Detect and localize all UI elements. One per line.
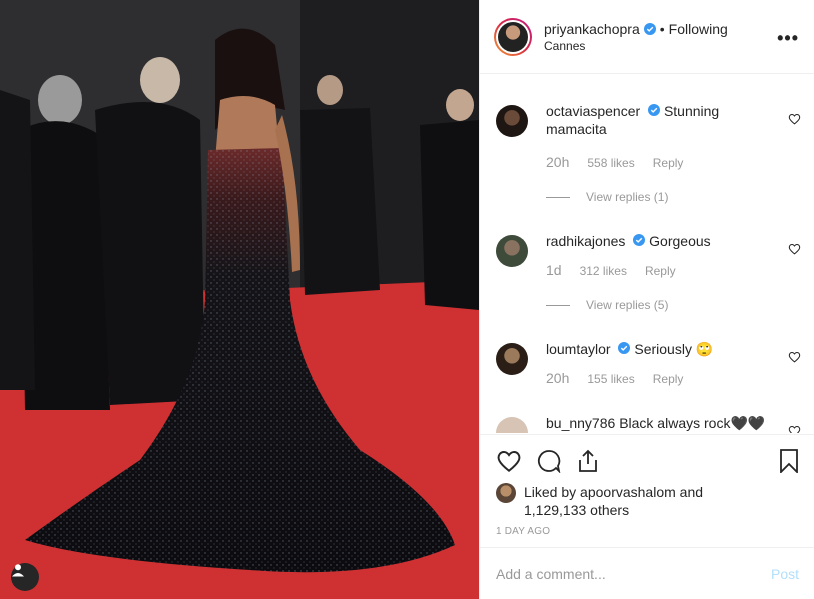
reply-button[interactable]: Reply: [645, 264, 676, 278]
verified-badge-icon: [633, 234, 646, 246]
author-username[interactable]: priyankachopra: [544, 21, 640, 37]
like-comment-heart-icon[interactable]: [788, 243, 801, 255]
share-icon[interactable]: [576, 449, 600, 473]
comment-meta: 20h 155 likes Reply: [546, 370, 683, 386]
comment-text-block: octaviaspencer Stunning mamacita: [546, 102, 771, 138]
instagram-post-view: priyankachopra • Following Cannes ••• oc: [0, 0, 814, 599]
save-bookmark-icon[interactable]: [779, 449, 799, 473]
like-comment-heart-icon[interactable]: [788, 113, 801, 125]
view-replies-label: View replies (5): [586, 298, 669, 312]
like-comment-heart-icon[interactable]: [788, 425, 801, 433]
verified-badge-icon: [643, 22, 656, 35]
view-replies-button[interactable]: View replies (5): [546, 298, 668, 312]
partial-comment-meta: [546, 75, 549, 81]
comment-username[interactable]: radhikajones: [546, 233, 625, 249]
more-options-icon[interactable]: •••: [777, 28, 799, 49]
liked-by-and: and: [679, 484, 704, 500]
comment-text-block: bu_nny786 Black always rock🖤🖤: [546, 414, 771, 432]
comment-time[interactable]: 20h: [546, 154, 569, 170]
reply-button[interactable]: Reply: [653, 156, 684, 170]
comment-avatar[interactable]: [496, 417, 528, 433]
verified-badge-icon: [618, 342, 631, 354]
post-header: priyankachopra • Following Cannes •••: [480, 0, 814, 74]
like-comment-heart-icon[interactable]: [788, 351, 801, 363]
comment-time[interactable]: 20h: [546, 370, 569, 386]
user-icon: [12, 564, 24, 577]
liker-avatar[interactable]: [496, 483, 516, 503]
like-heart-icon[interactable]: [496, 449, 522, 473]
post-actions: Liked by apoorvashalom and 1,129,133 oth…: [480, 434, 814, 547]
post-side-panel: priyankachopra • Following Cannes ••• oc: [479, 0, 814, 599]
tagged-user-button[interactable]: [11, 563, 39, 591]
separator-dot: •: [659, 20, 665, 37]
comment-likes[interactable]: 558 likes: [587, 156, 634, 170]
verified-badge-icon: [648, 104, 661, 116]
likes-summary: Liked by apoorvashalom and 1,129,133 oth…: [496, 483, 703, 519]
liked-by-user[interactable]: apoorvashalom: [580, 484, 676, 500]
post-location[interactable]: Cannes: [544, 39, 728, 53]
comment-likes[interactable]: 155 likes: [587, 372, 634, 386]
comment-meta: 20h 558 likes Reply: [546, 154, 683, 170]
following-button[interactable]: Following: [669, 21, 728, 37]
comment-input[interactable]: [496, 565, 771, 582]
view-replies-button[interactable]: View replies (1): [546, 190, 668, 204]
comment-likes[interactable]: 312 likes: [580, 264, 627, 278]
comments-list[interactable]: octaviaspencer Stunning mamacita 20h 558…: [480, 75, 814, 433]
reply-button[interactable]: Reply: [653, 372, 684, 386]
post-comment-button[interactable]: Post: [771, 566, 799, 582]
view-replies-label: View replies (1): [586, 190, 669, 204]
add-comment-bar: Post: [480, 547, 814, 599]
author-avatar[interactable]: [494, 17, 532, 56]
comment-username[interactable]: bu_nny786: [546, 415, 615, 431]
view-replies-line: [546, 304, 570, 306]
comment-avatar[interactable]: [496, 105, 528, 137]
comment-text: Black always rock🖤🖤: [619, 415, 766, 431]
red-carpet-photo: [0, 0, 479, 599]
comment-time[interactable]: 1d: [546, 262, 562, 278]
post-photo[interactable]: [0, 0, 479, 599]
comment-text: Gorgeous: [649, 233, 711, 249]
post-timestamp[interactable]: 1 DAY AGO: [496, 526, 550, 537]
author-info: priyankachopra • Following Cannes: [544, 21, 728, 53]
comment-meta: 1d 312 likes Reply: [546, 262, 676, 278]
comment-text-block: radhikajones Gorgeous: [546, 232, 771, 250]
comment-avatar[interactable]: [496, 343, 528, 375]
comment-username[interactable]: loumtaylor: [546, 341, 611, 357]
comment-username[interactable]: octaviaspencer: [546, 103, 640, 119]
view-replies-line: [546, 196, 570, 198]
comment-text: Seriously 🙄: [634, 341, 714, 357]
liked-by-others[interactable]: 1,129,133 others: [524, 502, 629, 518]
liked-by-prefix: Liked by: [524, 484, 577, 500]
comment-avatar[interactable]: [496, 235, 528, 267]
comment-text-block: loumtaylor Seriously 🙄: [546, 340, 771, 358]
comment-bubble-icon[interactable]: [536, 449, 562, 473]
